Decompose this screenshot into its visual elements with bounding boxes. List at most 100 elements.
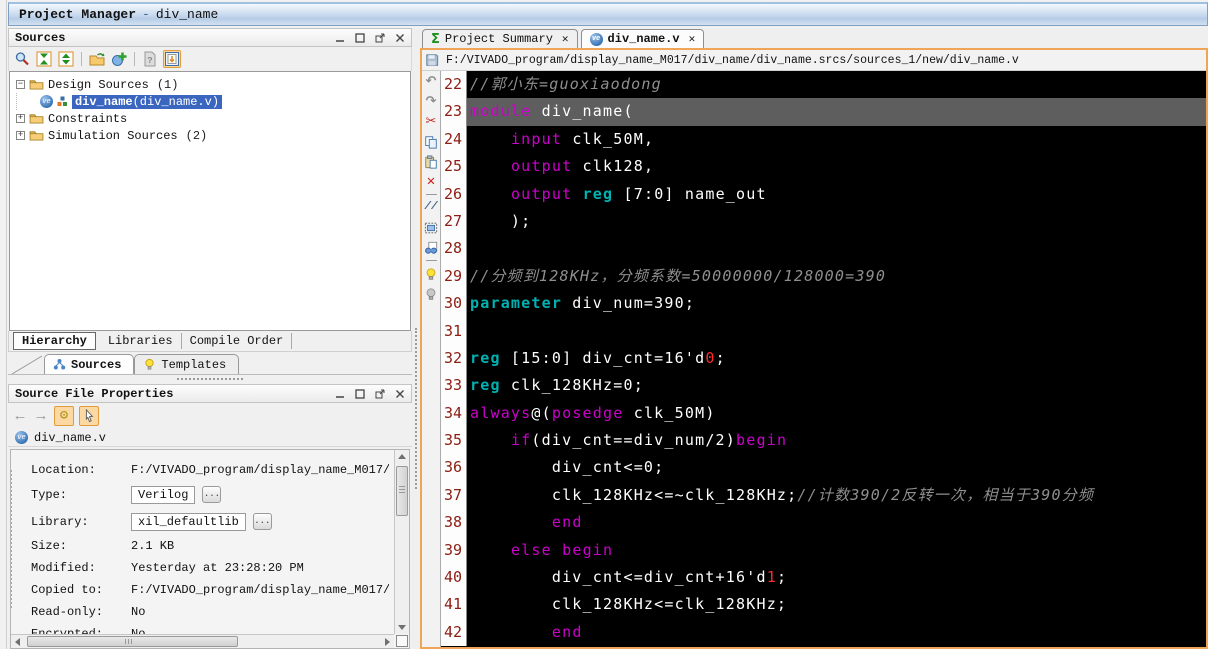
code-line[interactable]: 28: [441, 235, 1206, 263]
expand-expander-icon[interactable]: +: [16, 114, 25, 123]
scroll-down-icon[interactable]: [395, 621, 409, 634]
code-line-text[interactable]: //郭小东=guoxiaodong: [467, 71, 1206, 98]
close-tab-icon[interactable]: ✕: [562, 32, 569, 46]
vertical-scroll-thumb[interactable]: [396, 466, 408, 516]
browse-button[interactable]: ...: [202, 486, 222, 503]
add-sources-icon[interactable]: [110, 50, 128, 68]
forward-arrow-icon[interactable]: →: [33, 408, 49, 425]
code-line-text[interactable]: [467, 318, 1206, 345]
tab-compile-order[interactable]: Compile Order: [182, 333, 293, 349]
code-line[interactable]: 38 end: [441, 509, 1206, 537]
code-line[interactable]: 37 clk_128KHz<=~clk_128KHz;//计数390/2反转一次…: [441, 481, 1206, 510]
code-line[interactable]: 30 parameter div_num=390;: [441, 290, 1206, 318]
maximize-icon[interactable]: [354, 388, 365, 399]
redo-icon[interactable]: ↷: [424, 94, 439, 109]
code-line[interactable]: 22//郭小东=guoxiaodong: [441, 71, 1206, 99]
light-bulb-on-icon[interactable]: [424, 266, 439, 281]
tab-libraries[interactable]: Libraries: [100, 333, 182, 349]
code-line-text[interactable]: else begin: [467, 537, 1206, 564]
code-line-text[interactable]: );: [467, 208, 1206, 235]
code-line[interactable]: 40 div_cnt<=div_cnt+16'd1;: [441, 564, 1206, 592]
close-tab-icon[interactable]: ✕: [689, 32, 696, 46]
code-line[interactable]: 34 always@(posedge clk_50M): [441, 399, 1206, 428]
edit-properties-icon[interactable]: ⚙: [54, 406, 74, 426]
minimize-icon[interactable]: [334, 388, 345, 399]
search-icon[interactable]: [13, 50, 31, 68]
code-line[interactable]: 27 );: [441, 207, 1206, 236]
float-icon[interactable]: [374, 32, 385, 43]
float-icon[interactable]: [374, 388, 385, 399]
collapse-expander-icon[interactable]: −: [16, 80, 25, 89]
horizontal-scrollbar[interactable]: [11, 634, 394, 648]
tree-item-simulation-sources[interactable]: + Simulation Sources (2): [16, 127, 410, 144]
code-line-text[interactable]: output clk128,: [467, 153, 1206, 180]
resize-grip[interactable]: [396, 635, 408, 647]
scroll-right-icon[interactable]: [381, 635, 394, 648]
scroll-to-selected-icon[interactable]: [163, 50, 181, 68]
open-file-icon[interactable]: [88, 50, 106, 68]
code-line-text[interactable]: module div_name(: [467, 98, 1206, 126]
code-line-text[interactable]: end: [467, 509, 1206, 536]
selected-tree-item[interactable]: div_name (div_name.v): [72, 94, 223, 109]
tab-hierarchy[interactable]: Hierarchy: [13, 332, 96, 350]
tab-div-name-v[interactable]: ve div_name.v ✕: [580, 29, 705, 48]
property-input[interactable]: xil_defaultlib: [131, 512, 246, 531]
horizontal-scroll-thumb[interactable]: [27, 636, 238, 647]
code-line[interactable]: 33 reg clk_128KHz=0;: [441, 372, 1206, 400]
code-line[interactable]: 29//分频到128KHz，分频系数=50000000/128000=390: [441, 262, 1206, 291]
code-line-text[interactable]: input clk_50M,: [467, 126, 1206, 153]
find-replace-icon[interactable]: [424, 240, 439, 255]
code-line-text[interactable]: reg clk_128KHz=0;: [467, 372, 1206, 399]
block-select-icon[interactable]: [424, 220, 439, 235]
back-arrow-icon[interactable]: ←: [12, 408, 28, 425]
close-icon[interactable]: [394, 388, 405, 399]
delete-icon[interactable]: ✕: [424, 174, 439, 189]
code-line[interactable]: 39 else begin: [441, 536, 1206, 565]
code-line-text[interactable]: end: [467, 619, 1206, 646]
expand-all-icon[interactable]: [57, 50, 75, 68]
code-line-text[interactable]: clk_128KHz<=clk_128KHz;: [467, 591, 1206, 618]
code-line[interactable]: 25 output clk128,: [441, 153, 1206, 181]
browse-button[interactable]: ...: [252, 513, 272, 530]
tree-item-constraints[interactable]: + Constraints: [16, 110, 410, 127]
code-line-text[interactable]: always@(posedge clk_50M): [467, 400, 1206, 427]
maximize-icon[interactable]: [354, 32, 365, 43]
paste-icon[interactable]: [424, 154, 439, 169]
code-line[interactable]: 36 div_cnt<=0;: [441, 454, 1206, 482]
vertical-scrollbar[interactable]: [394, 450, 409, 634]
code-line[interactable]: 42 end: [441, 618, 1206, 647]
toggle-comment-icon[interactable]: //: [424, 200, 439, 215]
column-splitter[interactable]: [412, 28, 420, 649]
cut-icon[interactable]: ✂: [424, 114, 439, 129]
close-icon[interactable]: [394, 32, 405, 43]
tab-templates[interactable]: Templates: [134, 354, 240, 374]
code-area[interactable]: 22//郭小东=guoxiaodong 23 module div_name(24 …: [441, 71, 1206, 647]
code-line[interactable]: 41 clk_128KHz<=clk_128KHz;: [441, 591, 1206, 619]
tab-sources[interactable]: Sources: [44, 354, 135, 374]
code-line[interactable]: 32 reg [15:0] div_cnt=16'd0;: [441, 344, 1206, 373]
tree-item-design-sources[interactable]: − Design Sources (1): [16, 76, 410, 93]
code-line[interactable]: 23 module div_name(: [441, 98, 1206, 126]
code-line-text[interactable]: reg [15:0] div_cnt=16'd0;: [467, 345, 1206, 372]
collapse-all-icon[interactable]: [35, 50, 53, 68]
code-line-text[interactable]: [467, 235, 1206, 262]
property-input[interactable]: Verilog: [131, 485, 196, 504]
panel-splitter-handle[interactable]: [8, 375, 412, 384]
code-line-text[interactable]: if(div_cnt==div_num/2)begin: [467, 427, 1206, 454]
code-line-text[interactable]: parameter div_num=390;: [467, 290, 1206, 317]
code-line-text[interactable]: //分频到128KHz，分频系数=50000000/128000=390: [467, 263, 1206, 290]
code-line-text[interactable]: output reg [7:0] name_out: [467, 181, 1206, 208]
select-pointer-icon[interactable]: [79, 406, 99, 426]
minimize-icon[interactable]: [334, 32, 345, 43]
code-line[interactable]: 35 if(div_cnt==div_num/2)begin: [441, 427, 1206, 455]
code-line[interactable]: 24 input clk_50M,: [441, 125, 1206, 154]
scroll-up-icon[interactable]: [395, 450, 409, 463]
code-line-text[interactable]: clk_128KHz<=~clk_128KHz;//计数390/2反转一次，相当…: [467, 482, 1206, 509]
undo-icon[interactable]: ↶: [424, 74, 439, 89]
scroll-left-icon[interactable]: [11, 635, 24, 648]
code-line-text[interactable]: div_cnt<=0;: [467, 454, 1206, 481]
code-line[interactable]: 31: [441, 317, 1206, 345]
tab-project-summary[interactable]: Σ Project Summary ✕: [422, 29, 578, 48]
save-icon[interactable]: [422, 53, 441, 67]
copy-icon[interactable]: [424, 134, 439, 149]
